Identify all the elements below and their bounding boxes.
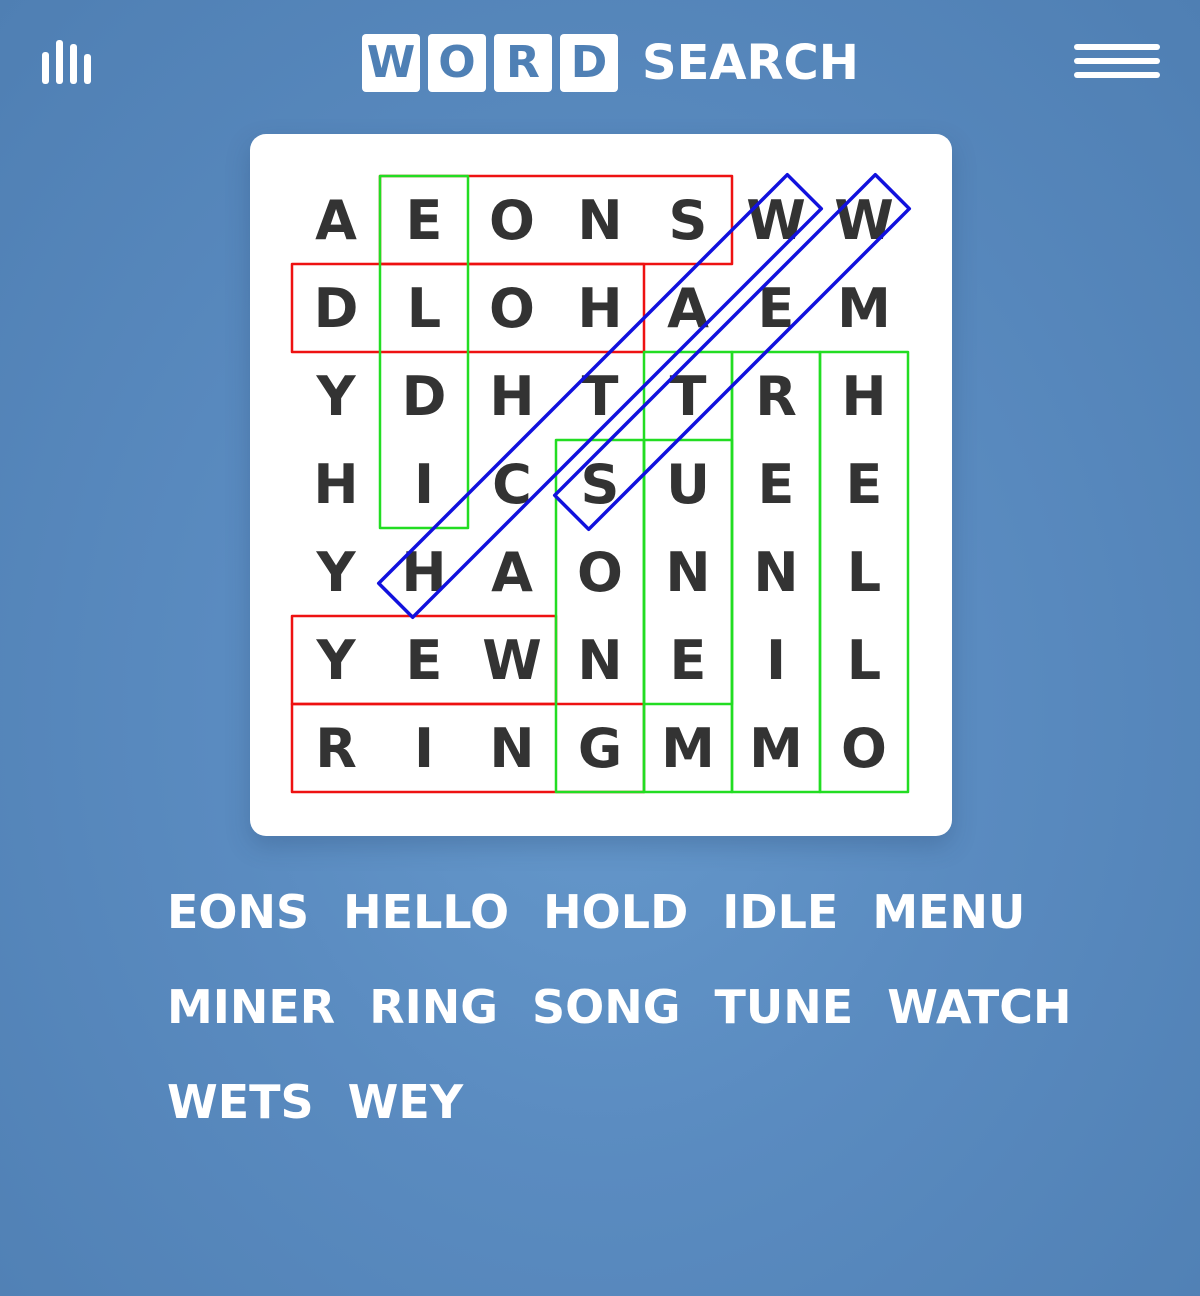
grid-cell[interactable]: I bbox=[380, 440, 468, 528]
hamburger-menu-icon[interactable] bbox=[1074, 44, 1160, 80]
grid-cell[interactable]: O bbox=[468, 264, 556, 352]
grid-cell[interactable]: Y bbox=[292, 528, 380, 616]
bar-chart-bar bbox=[70, 44, 77, 84]
grid-cell[interactable]: D bbox=[292, 264, 380, 352]
target-word: MINER bbox=[167, 980, 336, 1034]
grid-cell[interactable]: M bbox=[820, 264, 908, 352]
grid-cell[interactable]: N bbox=[732, 528, 820, 616]
grid-cell[interactable]: U bbox=[644, 440, 732, 528]
grid-cell[interactable]: L bbox=[820, 616, 908, 704]
grid-cell[interactable]: A bbox=[292, 176, 380, 264]
grid-cell[interactable]: S bbox=[644, 176, 732, 264]
grid-cell[interactable]: H bbox=[820, 352, 908, 440]
menu-line bbox=[1074, 72, 1160, 78]
grid-cell[interactable]: T bbox=[556, 352, 644, 440]
grid-cell[interactable]: L bbox=[380, 264, 468, 352]
letter-grid[interactable]: AEONSWWDLOHAEMYDHTTRHHICSUEEYHAONNLYEWNE… bbox=[292, 176, 908, 792]
grid-cell[interactable]: C bbox=[468, 440, 556, 528]
target-word: TUNE bbox=[714, 980, 854, 1034]
bar-chart-bar bbox=[56, 40, 63, 84]
grid-cell[interactable]: H bbox=[556, 264, 644, 352]
logo-tile: D bbox=[560, 34, 618, 92]
grid-cell[interactable]: I bbox=[380, 704, 468, 792]
grid-cell[interactable]: H bbox=[468, 352, 556, 440]
grid-cell[interactable]: N bbox=[468, 704, 556, 792]
grid-cell[interactable]: W bbox=[820, 176, 908, 264]
target-word: MENU bbox=[872, 885, 1026, 939]
grid-cell[interactable]: E bbox=[820, 440, 908, 528]
grid-cell[interactable]: H bbox=[380, 528, 468, 616]
grid-cell[interactable]: W bbox=[468, 616, 556, 704]
word-row: EONS HELLO HOLD IDLE MENU bbox=[167, 882, 1067, 977]
grid-cell[interactable]: I bbox=[732, 616, 820, 704]
word-list: EONS HELLO HOLD IDLE MENU MINER RING SONG TUNE WA… bbox=[167, 882, 1072, 1167]
logo-tile: W bbox=[362, 34, 420, 92]
grid-cell[interactable]: O bbox=[556, 528, 644, 616]
grid-cell[interactable]: T bbox=[644, 352, 732, 440]
target-word: EONS bbox=[167, 885, 310, 939]
target-word: HELLO bbox=[343, 885, 510, 939]
logo-suffix: SEARCH bbox=[642, 35, 859, 91]
menu-line bbox=[1074, 44, 1160, 50]
word-row: WETS WEY bbox=[167, 1072, 1067, 1167]
target-word: WEY bbox=[347, 1075, 464, 1129]
target-word: HOLD bbox=[543, 885, 689, 939]
grid-cell[interactable]: W bbox=[732, 176, 820, 264]
grid-cell[interactable]: E bbox=[380, 616, 468, 704]
grid-cell[interactable]: D bbox=[380, 352, 468, 440]
grid-cell[interactable]: O bbox=[820, 704, 908, 792]
grid-cell[interactable]: R bbox=[732, 352, 820, 440]
grid-cell[interactable]: Y bbox=[292, 616, 380, 704]
grid-cell[interactable]: G bbox=[556, 704, 644, 792]
grid-cell[interactable]: N bbox=[556, 176, 644, 264]
grid-cell[interactable]: R bbox=[292, 704, 380, 792]
word-row: MINER RING SONG TUNE WATCH bbox=[167, 977, 1072, 1072]
target-word: SONG bbox=[532, 980, 681, 1034]
bar-chart-icon[interactable] bbox=[42, 38, 94, 84]
menu-line bbox=[1074, 58, 1160, 64]
grid-cell[interactable]: N bbox=[556, 616, 644, 704]
grid-cell[interactable]: M bbox=[732, 704, 820, 792]
grid-cell[interactable]: H bbox=[292, 440, 380, 528]
grid-cell[interactable]: A bbox=[644, 264, 732, 352]
grid-cell[interactable]: E bbox=[380, 176, 468, 264]
grid-cell[interactable]: M bbox=[644, 704, 732, 792]
grid-cell[interactable]: N bbox=[644, 528, 732, 616]
grid-cell[interactable]: S bbox=[556, 440, 644, 528]
grid-cell[interactable]: E bbox=[732, 440, 820, 528]
grid-cell[interactable]: O bbox=[468, 176, 556, 264]
logo-tile: R bbox=[494, 34, 552, 92]
grid-cell[interactable]: E bbox=[644, 616, 732, 704]
grid-cell[interactable]: L bbox=[820, 528, 908, 616]
bar-chart-bar bbox=[84, 54, 91, 84]
target-word: WATCH bbox=[887, 980, 1072, 1034]
grid-cell[interactable]: E bbox=[732, 264, 820, 352]
bar-chart-bar bbox=[42, 52, 49, 84]
grid-cell[interactable]: A bbox=[468, 528, 556, 616]
target-word: RING bbox=[369, 980, 499, 1034]
logo-tile: O bbox=[428, 34, 486, 92]
target-word: WETS bbox=[167, 1075, 314, 1129]
target-word: IDLE bbox=[722, 885, 839, 939]
grid-cell[interactable]: Y bbox=[292, 352, 380, 440]
app-logo: W O R D SEARCH bbox=[362, 34, 859, 92]
